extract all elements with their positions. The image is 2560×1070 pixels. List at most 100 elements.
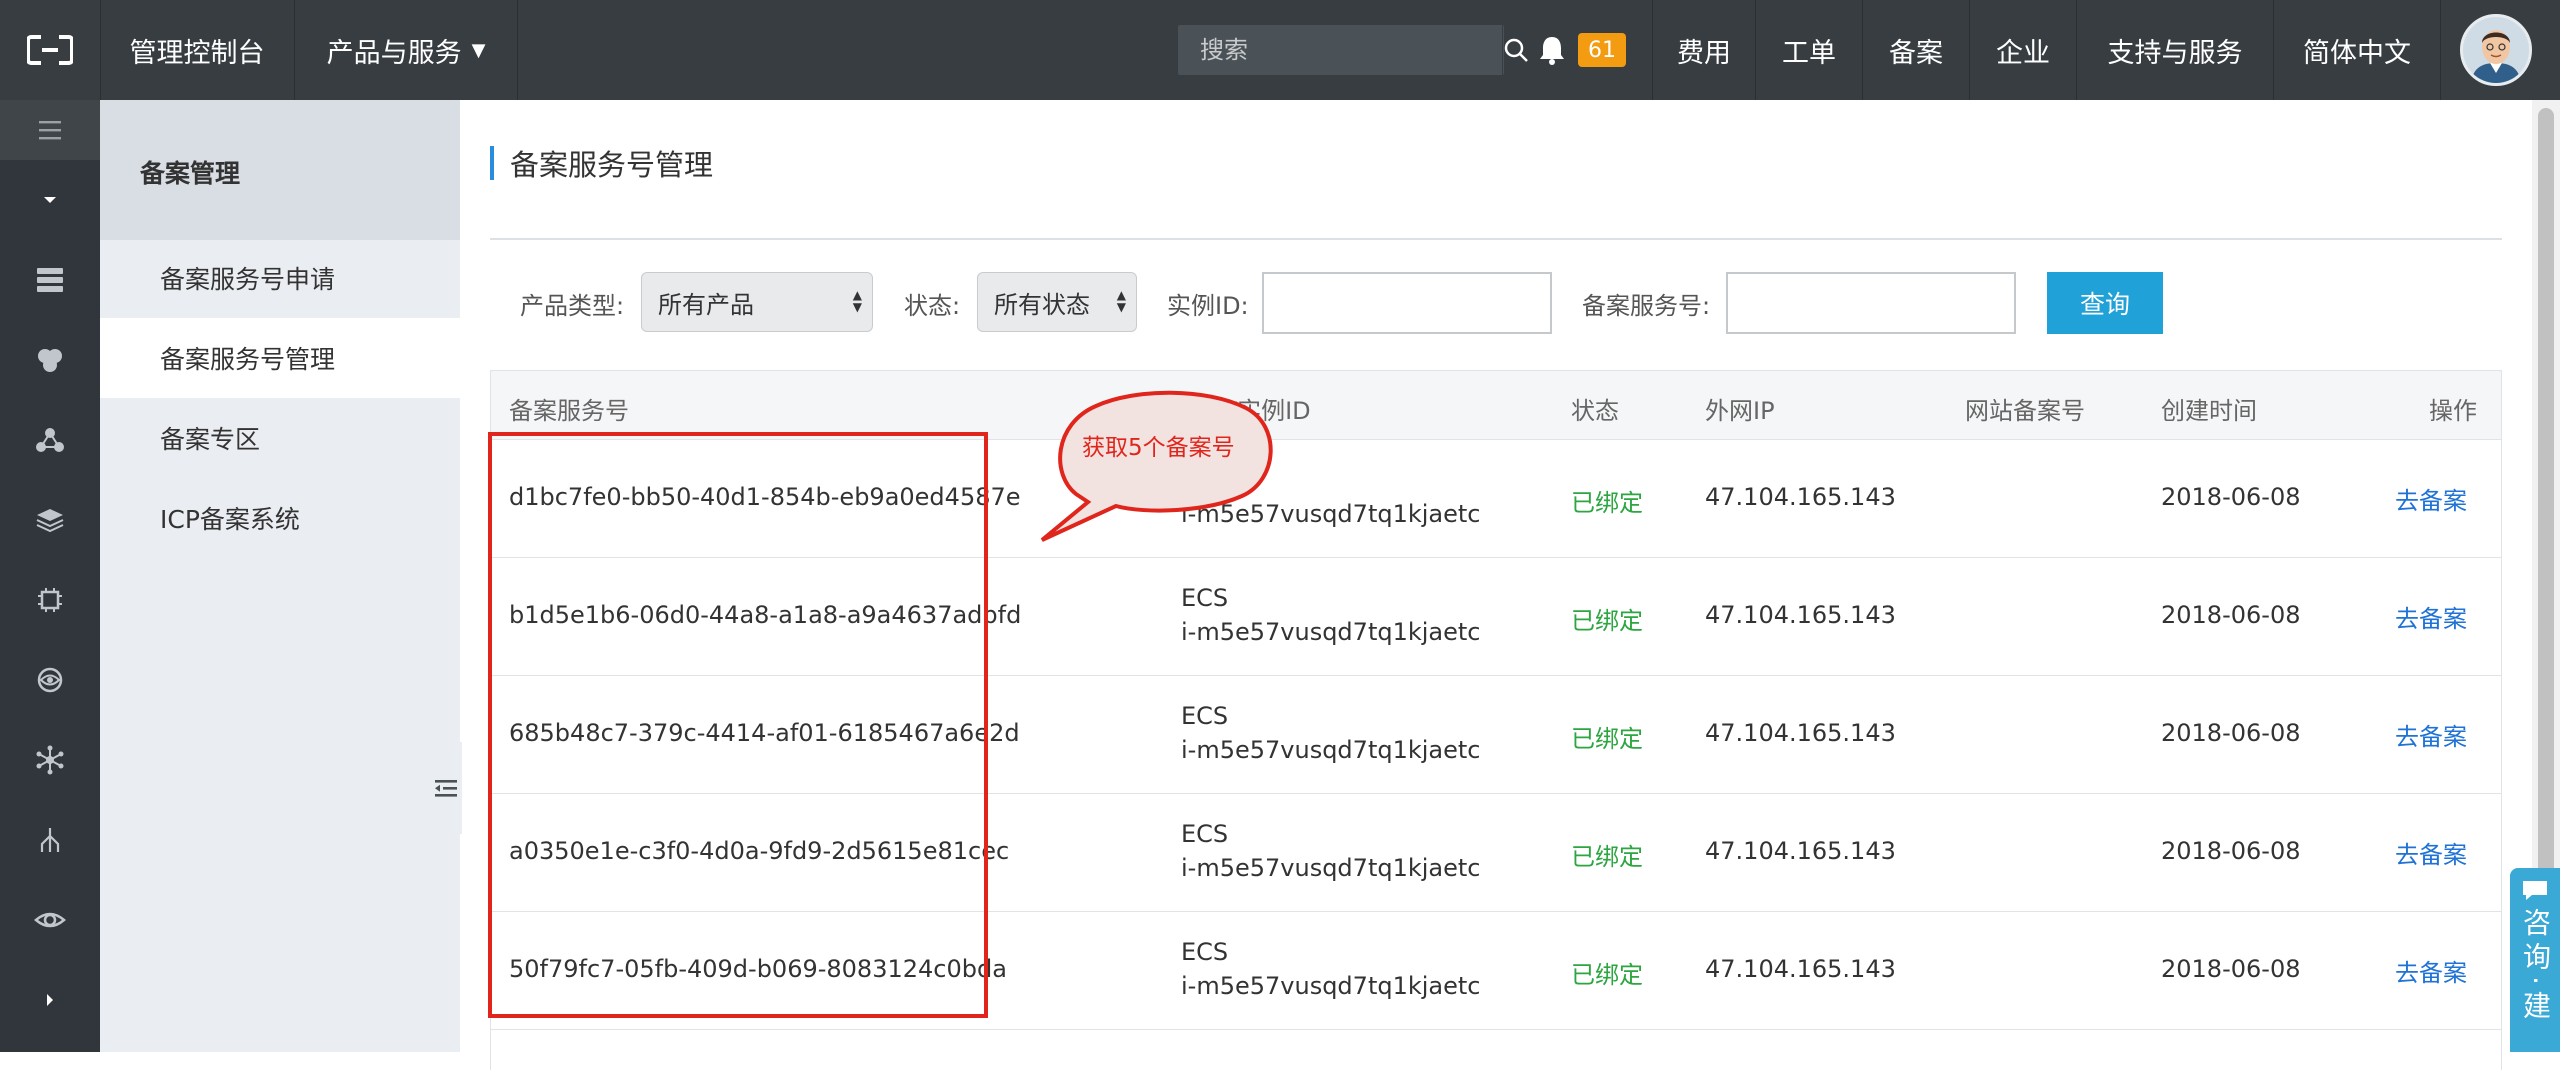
divider — [517, 0, 518, 100]
product-type-label: 产品类型: — [520, 292, 625, 320]
network-icon[interactable] — [0, 410, 100, 470]
go-filing-link[interactable]: 去备案 — [2395, 835, 2467, 870]
top-navigation-bar: 管理控制台 产品与服务 ▼ 61 费用 工单 备案 企业 支持与服务 简体中文 — [0, 0, 2560, 100]
search-icon[interactable] — [1502, 25, 1529, 75]
status-cell: 已绑定 — [1571, 961, 1643, 989]
instance-id-text: i-m5e57vusqd7tq1kjaetc — [1181, 854, 1481, 882]
aliyun-logo-icon[interactable] — [0, 0, 101, 100]
collapse-sidebar-icon[interactable] — [430, 742, 462, 834]
column-header-site-filing-number: 网站备案号 — [1965, 397, 2085, 425]
status-cell: 已绑定 — [1571, 843, 1643, 871]
created-date-cell: 2018-06-08 — [2161, 719, 2301, 747]
console-link[interactable]: 管理控制台 — [100, 0, 294, 100]
column-header-actions: 操作 — [2429, 397, 2477, 425]
query-button[interactable]: 查询 — [2047, 272, 2163, 334]
eye-icon[interactable] — [0, 650, 100, 710]
product-type-value: 所有产品 — [658, 290, 754, 319]
view-icon[interactable] — [0, 890, 100, 950]
created-date-cell: 2018-06-08 — [2161, 955, 2301, 983]
status-select[interactable]: 所有状态 ▲ ▼ — [977, 272, 1137, 332]
products-menu-label: 产品与服务 — [326, 37, 462, 69]
secondary-sidebar: 备案管理 备案服务号申请 备案服务号管理 备案专区 ICP备案系统 — [100, 100, 460, 1052]
ticket-link[interactable]: 工单 — [1756, 0, 1862, 100]
type-instance-cell: ECS i-m5e57vusqd7tq1kjaetc — [1181, 817, 1481, 885]
caret-down-icon: ▼ — [471, 39, 486, 61]
chevron-down-icon[interactable] — [0, 170, 100, 230]
public-ip-cell: 47.104.165.143 — [1705, 483, 1896, 511]
column-header-status: 状态 — [1571, 397, 1619, 425]
divider — [490, 238, 2502, 240]
status-cell: 已绑定 — [1571, 607, 1643, 635]
nodes-icon[interactable] — [0, 730, 100, 790]
icp-filing-link[interactable]: 备案 — [1863, 0, 1969, 100]
chip-icon[interactable] — [0, 570, 100, 630]
status-value: 所有状态 — [994, 290, 1090, 319]
product-type-select[interactable]: 所有产品 ▲ ▼ — [641, 272, 873, 332]
support-link[interactable]: 支持与服务 — [2077, 0, 2273, 100]
go-filing-link[interactable]: 去备案 — [2395, 953, 2467, 988]
sidebar-item-service-number-manage[interactable]: 备案服务号管理 — [100, 318, 460, 398]
notification-count-badge[interactable]: 61 — [1578, 33, 1626, 67]
icon-rail — [0, 100, 100, 1052]
branch-icon[interactable] — [0, 810, 100, 870]
menu-icon[interactable] — [0, 100, 100, 160]
go-filing-link[interactable]: 去备案 — [2395, 481, 2467, 516]
created-date-cell: 2018-06-08 — [2161, 837, 2301, 865]
sidebar-item-filing-zone[interactable]: 备案专区 — [100, 398, 460, 478]
type-instance-cell: ECS i-m5e57vusqd7tq1kjaetc — [1181, 935, 1481, 1003]
service-number-input[interactable] — [1726, 272, 2016, 334]
chevron-right-icon[interactable] — [0, 970, 100, 1030]
column-header-created-time: 创建时间 — [2161, 397, 2257, 425]
sidebar-title: 备案管理 — [140, 159, 241, 188]
search-box — [1178, 24, 1528, 76]
instance-id-text: i-m5e57vusqd7tq1kjaetc — [1181, 736, 1481, 764]
sidebar-header: 备案管理 — [100, 100, 460, 240]
instance-id-text: i-m5e57vusqd7tq1kjaetc — [1181, 972, 1481, 1000]
avatar[interactable] — [2460, 14, 2532, 86]
layers-icon[interactable] — [0, 490, 100, 550]
public-ip-cell: 47.104.165.143 — [1705, 601, 1896, 629]
annotation-callout-text: 获取5个备案号 — [1082, 435, 1235, 461]
select-arrows-icon: ▲ ▼ — [1116, 288, 1126, 314]
created-date-cell: 2018-06-08 — [2161, 601, 2301, 629]
type-text: ECS — [1181, 820, 1229, 848]
type-text: ECS — [1181, 702, 1229, 730]
column-header-service-number: 备案服务号 — [509, 397, 629, 425]
status-cell: 已绑定 — [1571, 725, 1643, 753]
type-text: ECS — [1181, 938, 1229, 966]
annotation-highlight-box — [488, 432, 988, 1018]
cloud-icon[interactable] — [0, 330, 100, 390]
bell-icon[interactable] — [1530, 0, 1574, 100]
billing-link[interactable]: 费用 — [1653, 0, 1755, 100]
status-label: 状态: — [904, 292, 961, 320]
consult-float-button[interactable]: 咨询·建 — [2510, 868, 2560, 1052]
divider — [2440, 0, 2441, 100]
public-ip-cell: 47.104.165.143 — [1705, 837, 1896, 865]
annotation-callout-bubble — [1040, 390, 1273, 542]
go-filing-link[interactable]: 去备案 — [2395, 717, 2467, 752]
instance-id-label: 实例ID: — [1167, 292, 1249, 320]
server-icon[interactable] — [0, 250, 100, 310]
type-text: ECS — [1181, 584, 1229, 612]
language-switch[interactable]: 简体中文 — [2274, 0, 2440, 100]
sidebar-item-icp-system[interactable]: ICP备案系统 — [100, 478, 460, 558]
instance-id-input[interactable] — [1262, 272, 1552, 334]
chat-icon — [2523, 881, 2547, 900]
page-title: 备案服务号管理 — [490, 146, 713, 182]
status-cell: 已绑定 — [1571, 489, 1643, 517]
column-header-public-ip: 外网IP — [1705, 397, 1775, 425]
instance-id-text: i-m5e57vusqd7tq1kjaetc — [1181, 618, 1481, 646]
sidebar-item-service-number-apply[interactable]: 备案服务号申请 — [100, 238, 460, 318]
service-number-label: 备案服务号: — [1582, 292, 1711, 320]
table-header: 备案服务号 类型/实例ID 状态 外网IP 网站备案号 创建时间 操作 — [491, 371, 2501, 440]
select-arrows-icon: ▲ ▼ — [852, 288, 862, 314]
search-input[interactable] — [1178, 24, 1502, 76]
enterprise-link[interactable]: 企业 — [1970, 0, 2076, 100]
products-menu[interactable]: 产品与服务 ▼ — [295, 0, 517, 100]
consult-label: 咨询·建 — [2519, 908, 2552, 1025]
public-ip-cell: 47.104.165.143 — [1705, 955, 1896, 983]
created-date-cell: 2018-06-08 — [2161, 483, 2301, 511]
type-instance-cell: ECS i-m5e57vusqd7tq1kjaetc — [1181, 581, 1481, 649]
public-ip-cell: 47.104.165.143 — [1705, 719, 1896, 747]
go-filing-link[interactable]: 去备案 — [2395, 599, 2467, 634]
